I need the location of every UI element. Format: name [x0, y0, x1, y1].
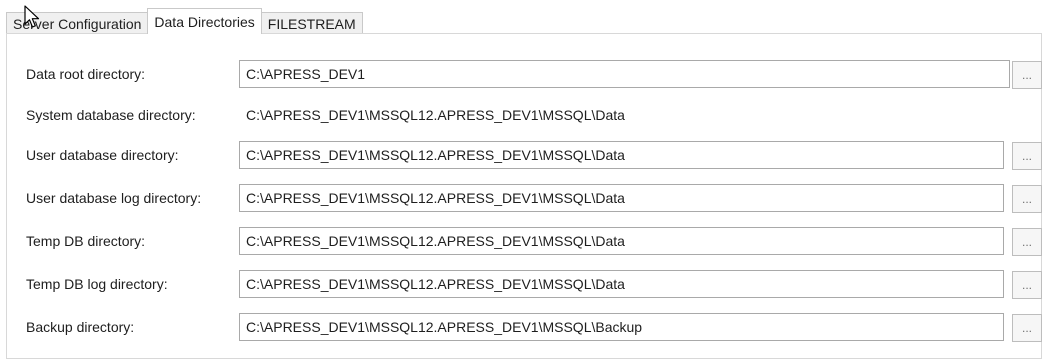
user-database-log-row: User database log directory: C:\APRESS_D… — [7, 184, 1042, 213]
tab-data-directories[interactable]: Data Directories — [147, 8, 262, 34]
user-database-log-directory-input[interactable]: C:\APRESS_DEV1\MSSQL12.APRESS_DEV1\MSSQL… — [239, 184, 1004, 212]
user-database-log-browse-button[interactable]: ... — [1012, 185, 1042, 213]
temp-db-label: Temp DB directory: — [26, 233, 146, 249]
temp-db-log-label: Temp DB log directory: — [26, 276, 168, 292]
temp-db-log-directory-input[interactable]: C:\APRESS_DEV1\MSSQL12.APRESS_DEV1\MSSQL… — [239, 270, 1004, 298]
user-database-browse-button[interactable]: ... — [1012, 142, 1042, 170]
temp-db-log-browse-button[interactable]: ... — [1012, 271, 1042, 299]
system-database-label: System database directory: — [26, 107, 196, 123]
setup-dialog: Server Configuration Data Directories FI… — [0, 0, 1048, 363]
backup-browse-button[interactable]: ... — [1012, 314, 1042, 342]
temp-db-row: Temp DB directory: C:\APRESS_DEV1\MSSQL1… — [7, 227, 1042, 256]
user-database-directory-input[interactable]: C:\APRESS_DEV1\MSSQL12.APRESS_DEV1\MSSQL… — [239, 141, 1004, 169]
temp-db-directory-input[interactable]: C:\APRESS_DEV1\MSSQL12.APRESS_DEV1\MSSQL… — [239, 227, 1004, 255]
tab-strip: Server Configuration Data Directories FI… — [6, 8, 363, 34]
system-database-directory-value: C:\APRESS_DEV1\MSSQL12.APRESS_DEV1\MSSQL… — [246, 107, 625, 123]
tab-filestream[interactable]: FILESTREAM — [260, 12, 363, 34]
data-root-row: Data root directory: C:\APRESS_DEV1 ... — [7, 60, 1042, 89]
user-database-row: User database directory: C:\APRESS_DEV1\… — [7, 141, 1042, 170]
backup-label: Backup directory: — [26, 319, 135, 335]
data-root-label: Data root directory: — [26, 66, 146, 82]
data-directories-panel: Data root directory: C:\APRESS_DEV1 ... … — [6, 33, 1042, 359]
temp-db-browse-button[interactable]: ... — [1012, 228, 1042, 256]
mouse-pointer-icon — [24, 5, 40, 28]
user-database-label: User database directory: — [26, 147, 179, 163]
system-database-row: System database directory: C:\APRESS_DEV… — [7, 101, 1041, 129]
data-root-browse-button[interactable]: ... — [1012, 61, 1042, 89]
data-root-directory-input[interactable]: C:\APRESS_DEV1 — [239, 60, 1010, 88]
user-database-log-label: User database log directory: — [26, 190, 202, 206]
backup-row: Backup directory: C:\APRESS_DEV1\MSSQL12… — [7, 313, 1042, 342]
backup-directory-input[interactable]: C:\APRESS_DEV1\MSSQL12.APRESS_DEV1\MSSQL… — [239, 313, 1004, 341]
temp-db-log-row: Temp DB log directory: C:\APRESS_DEV1\MS… — [7, 270, 1042, 299]
